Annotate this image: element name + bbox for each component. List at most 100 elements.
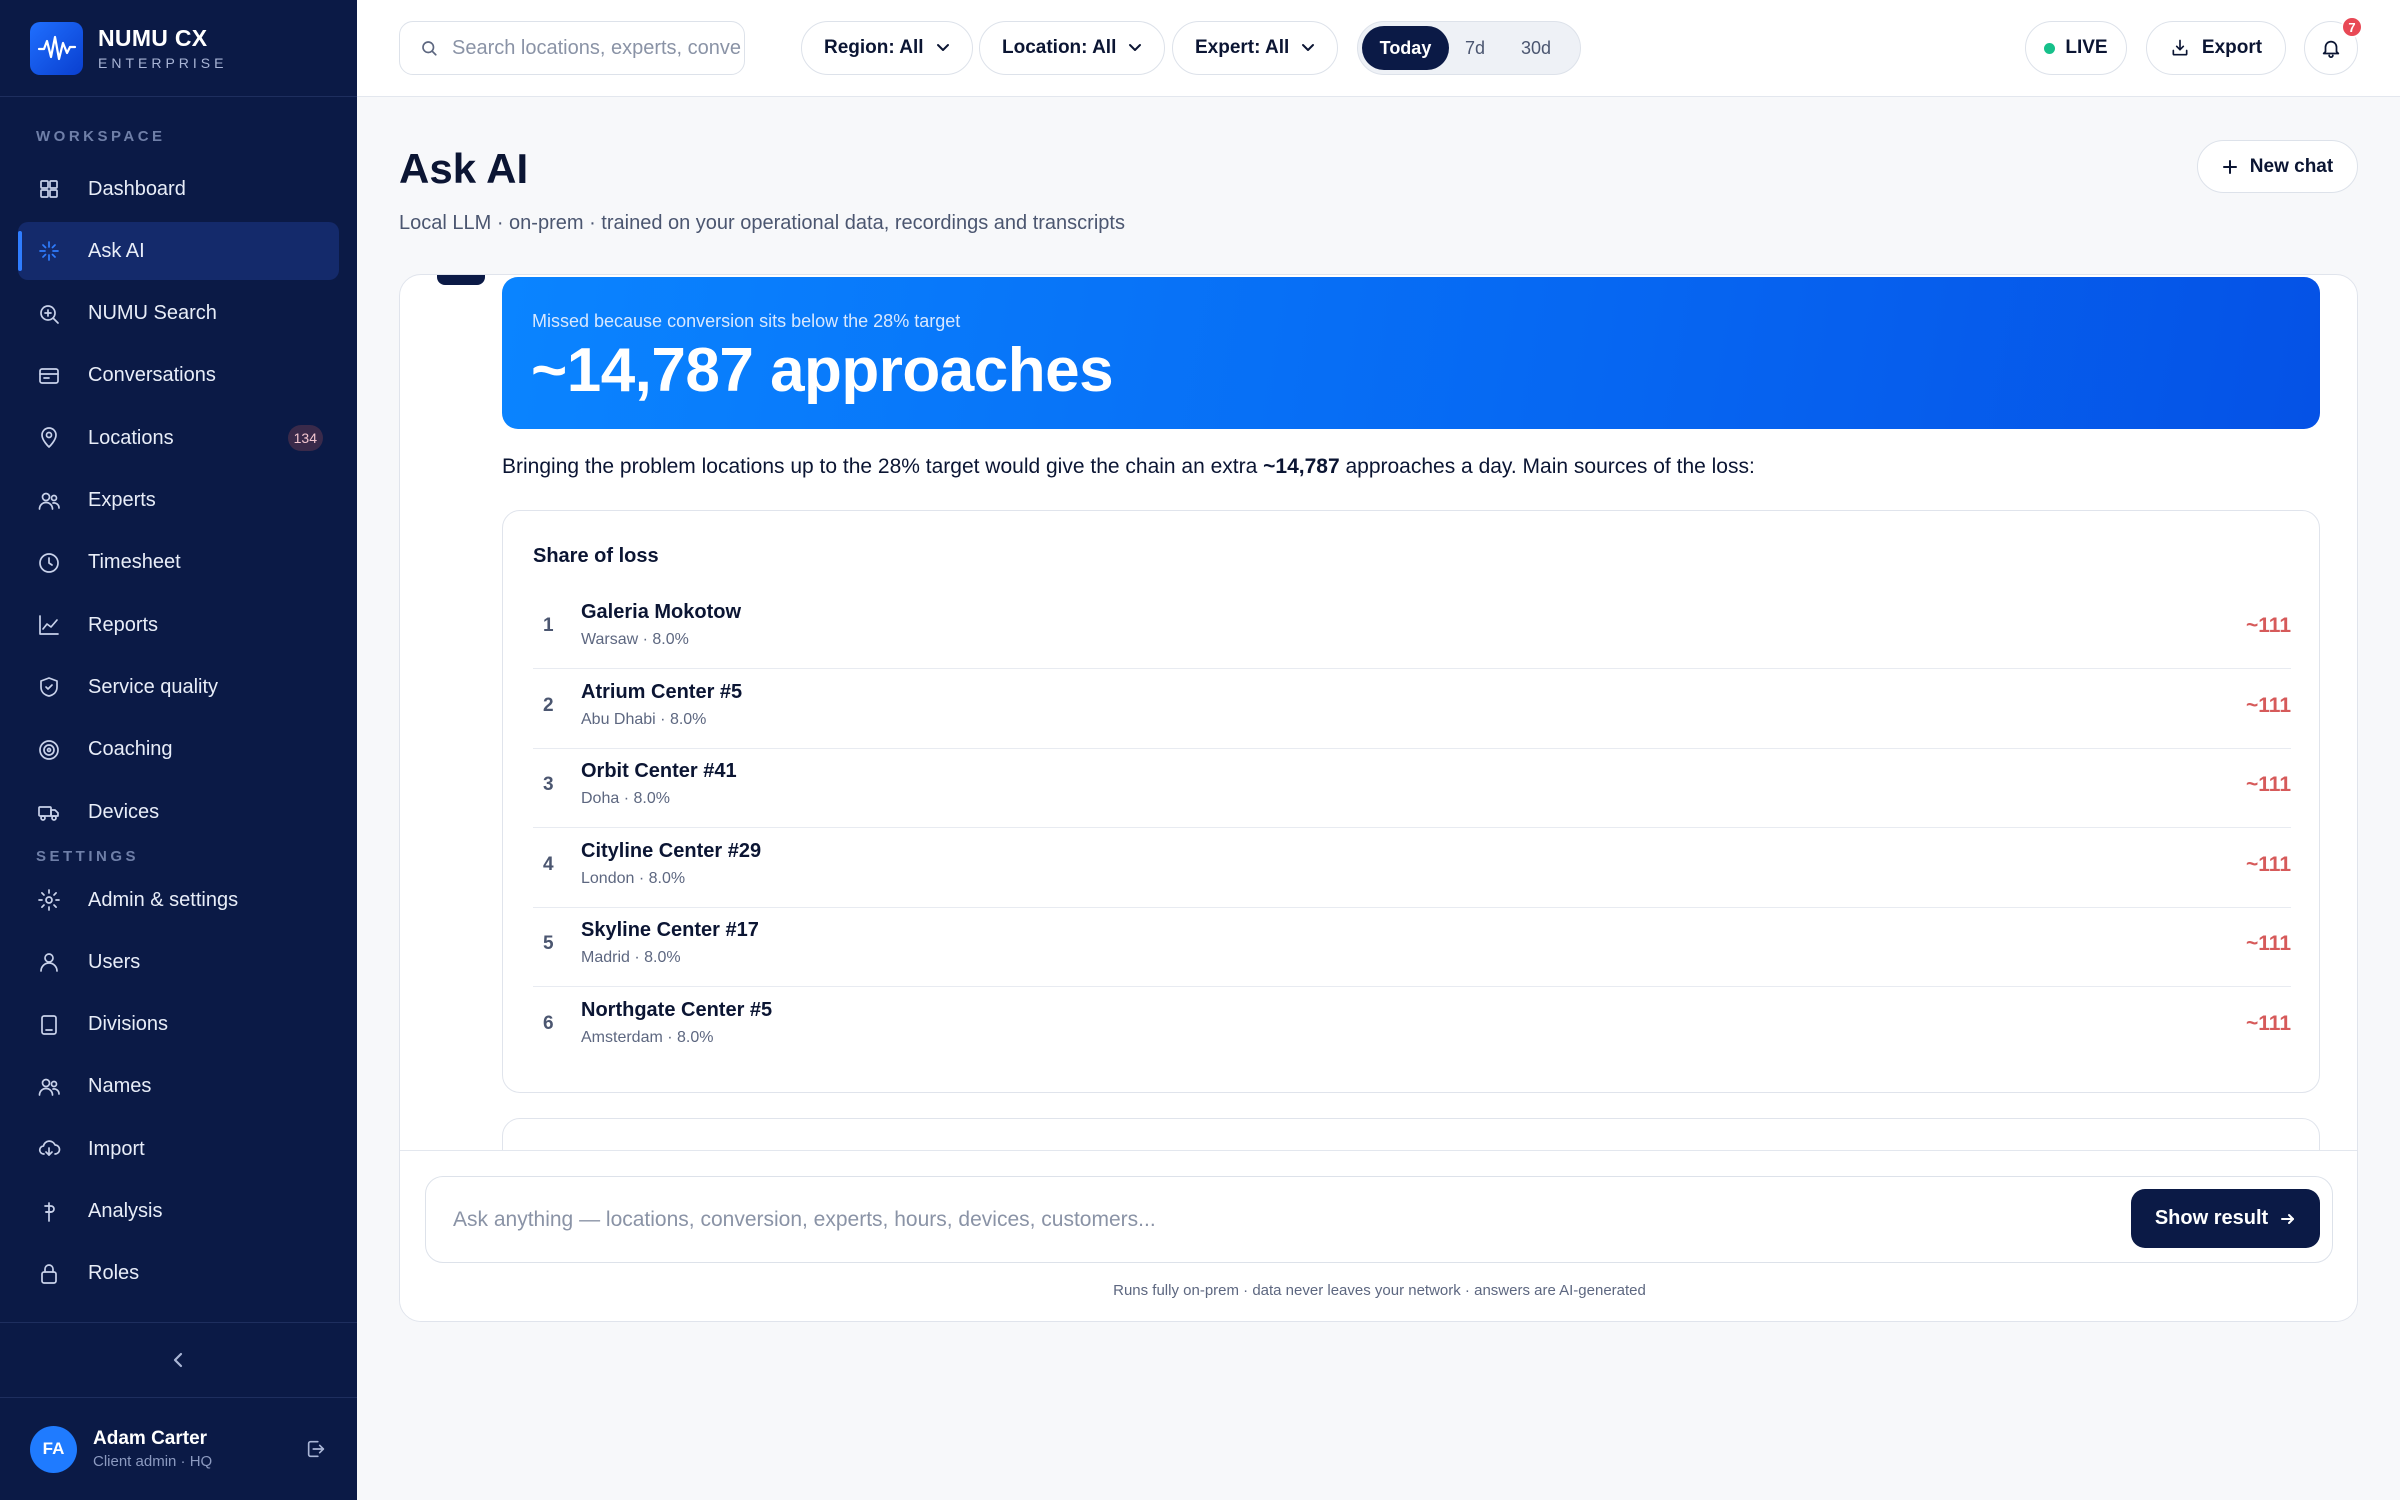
- sidebar-item-admin-settings[interactable]: Admin & settings: [18, 871, 339, 929]
- loss-row[interactable]: 2 Atrium Center #5 Abu Dhabi · 8.0% ~111: [533, 669, 2291, 749]
- loss-row[interactable]: 6 Northgate Center #5 Amsterdam · 8.0% ~111: [533, 987, 2291, 1067]
- brand[interactable]: NUMU CX ENTERPRISE: [30, 20, 227, 76]
- search-icon: [422, 41, 437, 56]
- section-label-workspace: WORKSPACE: [36, 128, 166, 145]
- live-dot: [2044, 42, 2056, 54]
- answer-summary: Bringing the problem locations up to the…: [502, 455, 1755, 479]
- global-search[interactable]: [399, 21, 745, 75]
- sparkle-icon: [36, 238, 62, 264]
- row-rank: 5: [543, 933, 554, 954]
- analysis-icon: [36, 1199, 62, 1225]
- sidebar-item-timesheet[interactable]: Timesheet: [18, 534, 339, 592]
- row-location-name: Orbit Center #41: [581, 760, 737, 782]
- region-filter-label: Region: All: [824, 37, 924, 58]
- show-result-button[interactable]: Show result: [2131, 1189, 2320, 1248]
- sidebar-item-coaching[interactable]: Coaching: [18, 721, 339, 779]
- sidebar-item-dashboard[interactable]: Dashboard: [18, 160, 339, 218]
- user-icon: [36, 949, 62, 975]
- live-label: LIVE: [2065, 37, 2108, 58]
- expert-filter[interactable]: Expert: All: [1172, 21, 1339, 75]
- sidebar-item-reports[interactable]: Reports: [18, 596, 339, 654]
- sidebar-item-label: Timesheet: [88, 551, 181, 574]
- download-icon: [2172, 39, 2188, 56]
- loss-row[interactable]: 3 Orbit Center #41 Doha · 8.0% ~111: [533, 748, 2291, 828]
- loss-card-title: Share of loss: [533, 545, 659, 567]
- composer-area: Show result Runs fully on-prem · data ne…: [400, 1150, 2357, 1321]
- sidebar-item-roles[interactable]: Roles: [18, 1245, 339, 1303]
- hero-value: ~14,787 approaches: [531, 336, 1114, 405]
- row-location-name: Northgate Center #5: [581, 998, 773, 1021]
- sidebar-item-label: Roles: [88, 1262, 140, 1285]
- sidebar-item-users[interactable]: Users: [18, 933, 339, 991]
- notifications-button[interactable]: 7: [2304, 16, 2363, 75]
- page-title: Ask AI: [399, 145, 529, 192]
- inbox-icon: [36, 363, 62, 389]
- sidebar-item-label: NUMU Search: [88, 302, 217, 325]
- collapse-sidebar-button[interactable]: [160, 1345, 196, 1375]
- sidebar-item-label: Locations: [88, 426, 174, 449]
- arrow-right-icon: [2281, 1213, 2295, 1224]
- row-rank: 6: [543, 1012, 554, 1034]
- chevron-down-icon: [936, 44, 949, 51]
- gear-icon: [36, 887, 62, 913]
- sidebar-divider: [0, 96, 357, 97]
- logout-icon: [307, 1440, 325, 1458]
- region-filter[interactable]: Region: All: [801, 21, 973, 75]
- loss-row[interactable]: 5 Skyline Center #17 Madrid · 8.0% ~111: [533, 907, 2291, 987]
- range-30d[interactable]: 30d: [1501, 26, 1571, 70]
- new-chat-label: New chat: [2249, 155, 2334, 177]
- sidebar-item-locations[interactable]: Locations 134: [18, 409, 339, 467]
- sidebar-item-conversations[interactable]: Conversations: [18, 347, 339, 405]
- row-location-name: Atrium Center #5: [581, 680, 743, 703]
- export-button[interactable]: Export: [2146, 21, 2286, 75]
- sidebar-item-import[interactable]: Import: [18, 1120, 339, 1178]
- row-location-meta: Warsaw · 8.0%: [581, 631, 689, 648]
- live-indicator[interactable]: LIVE: [2025, 21, 2127, 75]
- export-label: Export: [2201, 37, 2263, 58]
- new-chat-button[interactable]: New chat: [2197, 140, 2358, 193]
- show-result-label: Show result: [2154, 1207, 2269, 1229]
- chart-icon: [36, 612, 62, 638]
- range-today[interactable]: Today: [1362, 26, 1449, 70]
- share-of-loss-card: Share of loss 1 Galeria Mokotow Warsaw · 8…: [502, 510, 2320, 1093]
- row-rank: 3: [543, 774, 554, 795]
- row-loss-value: ~111: [2246, 1011, 2291, 1035]
- sidebar-item-service-quality[interactable]: Service quality: [18, 658, 339, 716]
- sidebar-item-devices[interactable]: Devices: [18, 783, 339, 841]
- logout-button[interactable]: [302, 1435, 330, 1463]
- sidebar-item-divisions[interactable]: Divisions: [18, 996, 339, 1054]
- sidebar-item-label: Conversations: [88, 364, 216, 387]
- chevron-left-icon: [173, 1352, 183, 1368]
- avatar: FA: [30, 1425, 77, 1473]
- location-filter[interactable]: Location: All: [979, 21, 1166, 75]
- sidebar-item-label: Service quality: [88, 675, 219, 698]
- range-7d[interactable]: 7d: [1449, 26, 1501, 70]
- user-profile[interactable]: FA Adam Carter Client admin · HQ: [30, 1425, 330, 1473]
- users-icon: [36, 488, 62, 514]
- sidebar-item-label: Coaching: [88, 738, 173, 761]
- sidebar-item-numu-search[interactable]: NUMU Search: [18, 285, 339, 343]
- row-location-name: Galeria Mokotow: [581, 601, 742, 623]
- notification-count-badge: 7: [2341, 16, 2363, 38]
- sidebar-item-label: Experts: [88, 489, 156, 511]
- location-filter-label: Location: All: [1002, 37, 1117, 58]
- sidebar-item-ask-ai[interactable]: Ask AI: [18, 222, 339, 281]
- row-rank: 1: [543, 615, 554, 636]
- chevron-down-icon: [1129, 44, 1142, 51]
- search-input[interactable]: [452, 36, 742, 60]
- chevron-down-icon: [1302, 44, 1315, 51]
- sidebar-item-experts[interactable]: Experts: [18, 472, 339, 530]
- top-bar: Region: All Location: All Expert: All To…: [357, 0, 2400, 97]
- row-location-meta: Abu Dhabi · 8.0%: [581, 710, 707, 728]
- waveform-icon: [37, 35, 76, 61]
- loss-row[interactable]: 4 Cityline Center #29 London · 8.0% ~111: [533, 828, 2291, 908]
- sidebar-item-names[interactable]: Names: [18, 1058, 339, 1116]
- sidebar-item-analysis[interactable]: Analysis: [18, 1183, 339, 1241]
- map-pin-icon: [36, 425, 62, 451]
- loss-row[interactable]: 1 Galeria Mokotow Warsaw · 8.0% ~111: [533, 589, 2291, 669]
- prompt-composer[interactable]: Show result: [425, 1176, 2333, 1263]
- sidebar-divider: [0, 1322, 357, 1323]
- prompt-input[interactable]: [453, 1207, 1953, 1232]
- row-location-meta: Madrid · 8.0%: [581, 949, 681, 966]
- row-rank: 4: [543, 853, 554, 875]
